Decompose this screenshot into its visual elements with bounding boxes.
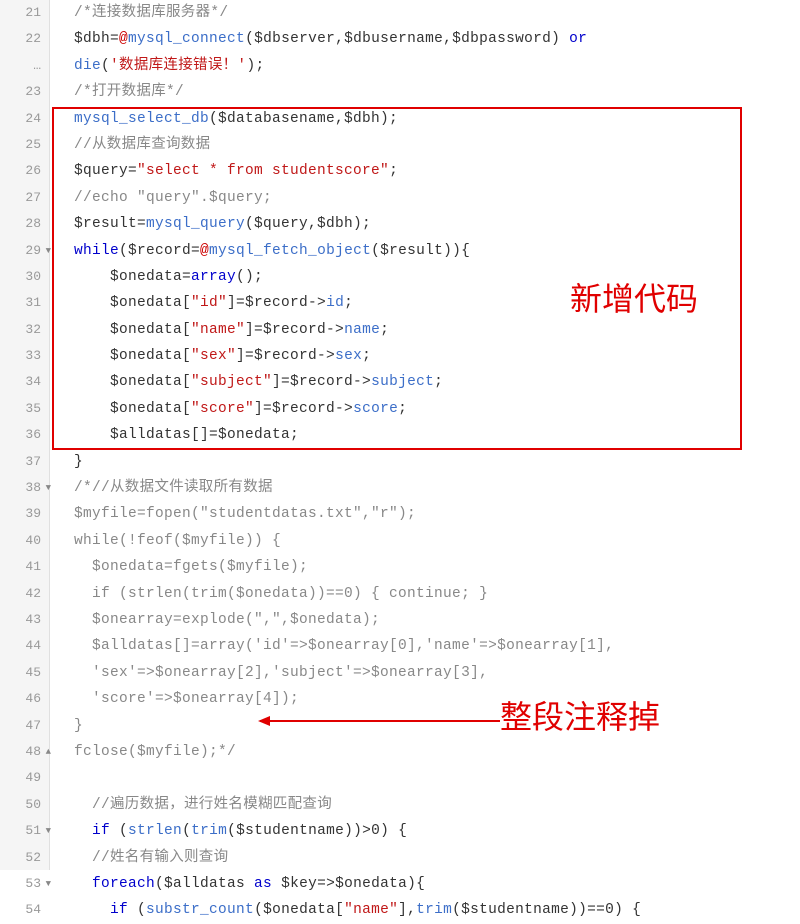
line-number: 27 (0, 185, 49, 211)
code-line[interactable]: $onedata["subject"]=$record->subject; (56, 369, 800, 395)
code-line[interactable]: $alldatas[]=array('id'=>$onearray[0],'na… (56, 633, 800, 659)
code-line[interactable]: die('数据库连接错误！'); (56, 53, 800, 79)
line-number: 39 (0, 501, 49, 527)
code-line[interactable]: /*打开数据库*/ (56, 79, 800, 105)
line-number: … (0, 53, 49, 79)
fold-toggle-icon[interactable]: ▼ (46, 871, 51, 897)
line-number: 24 (0, 106, 49, 132)
line-number: 26 (0, 158, 49, 184)
code-line[interactable]: $myfile=fopen("studentdatas.txt","r"); (56, 501, 800, 527)
code-line[interactable]: while(!feof($myfile)) { (56, 528, 800, 554)
line-number: 41 (0, 554, 49, 580)
line-number: 28 (0, 211, 49, 237)
code-line[interactable]: 'sex'=>$onearray[2],'subject'=>$onearray… (56, 660, 800, 686)
line-number: 25 (0, 132, 49, 158)
line-number: 47 (0, 713, 49, 739)
line-number: 29▼ (0, 238, 49, 264)
code-line[interactable]: if (strlen(trim($studentname))>0) { (56, 818, 800, 844)
line-number: 53▼ (0, 871, 49, 897)
line-number: 48▲ (0, 739, 49, 765)
code-line[interactable]: $onedata["score"]=$record->score; (56, 396, 800, 422)
code-line[interactable]: while($record=@mysql_fetch_object($resul… (56, 238, 800, 264)
line-number: 43 (0, 607, 49, 633)
code-line[interactable]: $onedata["name"]=$record->name; (56, 317, 800, 343)
line-number: 32 (0, 317, 49, 343)
line-number: 30 (0, 264, 49, 290)
line-number: 35 (0, 396, 49, 422)
code-line[interactable]: //遍历数据，进行姓名模糊匹配查询 (56, 792, 800, 818)
line-number: 31 (0, 290, 49, 316)
code-line[interactable]: $dbh=@mysql_connect($dbserver,$dbusernam… (56, 26, 800, 52)
line-number: 49 (0, 765, 49, 791)
line-number: 21 (0, 0, 49, 26)
annotation-comment-out: 整段注释掉 (500, 692, 660, 738)
code-line[interactable]: } (56, 449, 800, 475)
line-number: 38▼ (0, 475, 49, 501)
code-editor: 2122…23242526272829▼303132333435363738▼3… (0, 0, 800, 870)
code-line[interactable] (56, 765, 800, 791)
code-line[interactable]: $result=mysql_query($query,$dbh); (56, 211, 800, 237)
code-line[interactable]: if (substr_count($onedata["name"],trim($… (56, 897, 800, 923)
line-number: 54 (0, 897, 49, 923)
line-number: 46 (0, 686, 49, 712)
line-number: 23 (0, 79, 49, 105)
code-line[interactable]: //从数据库查询数据 (56, 132, 800, 158)
code-line[interactable]: foreach($alldatas as $key=>$onedata){ (56, 871, 800, 897)
line-number: 33 (0, 343, 49, 369)
code-line[interactable]: /*//从数据文件读取所有数据 (56, 475, 800, 501)
code-line[interactable]: if (strlen(trim($onedata))==0) { continu… (56, 581, 800, 607)
code-line[interactable]: $onedata=fgets($myfile); (56, 554, 800, 580)
code-line[interactable]: $alldatas[]=$onedata; (56, 422, 800, 448)
line-number: 36 (0, 422, 49, 448)
line-number: 40 (0, 528, 49, 554)
code-line[interactable]: //姓名有输入则查询 (56, 845, 800, 871)
code-line[interactable]: $query="select * from studentscore"; (56, 158, 800, 184)
code-line[interactable]: } (56, 713, 800, 739)
line-number-gutter: 2122…23242526272829▼303132333435363738▼3… (0, 0, 50, 870)
arrow-icon (260, 720, 500, 722)
line-number: 52 (0, 845, 49, 871)
code-area[interactable]: /*连接数据库服务器*/ $dbh=@mysql_connect($dbserv… (50, 0, 800, 870)
line-number: 50 (0, 792, 49, 818)
line-number: 44 (0, 633, 49, 659)
annotation-new-code: 新增代码 (570, 274, 698, 320)
code-line[interactable]: $onedata["sex"]=$record->sex; (56, 343, 800, 369)
code-line[interactable]: mysql_select_db($databasename,$dbh); (56, 106, 800, 132)
code-line[interactable]: $onearray=explode(",",$onedata); (56, 607, 800, 633)
code-line[interactable]: //echo "query".$query; (56, 185, 800, 211)
line-number: 51▼ (0, 818, 49, 844)
line-number: 42 (0, 581, 49, 607)
line-number: 22 (0, 26, 49, 52)
code-line[interactable]: fclose($myfile);*/ (56, 739, 800, 765)
line-number: 45 (0, 660, 49, 686)
code-line[interactable]: 'score'=>$onearray[4]); (56, 686, 800, 712)
line-number: 37 (0, 449, 49, 475)
code-line[interactable]: /*连接数据库服务器*/ (56, 0, 800, 26)
line-number: 34 (0, 369, 49, 395)
